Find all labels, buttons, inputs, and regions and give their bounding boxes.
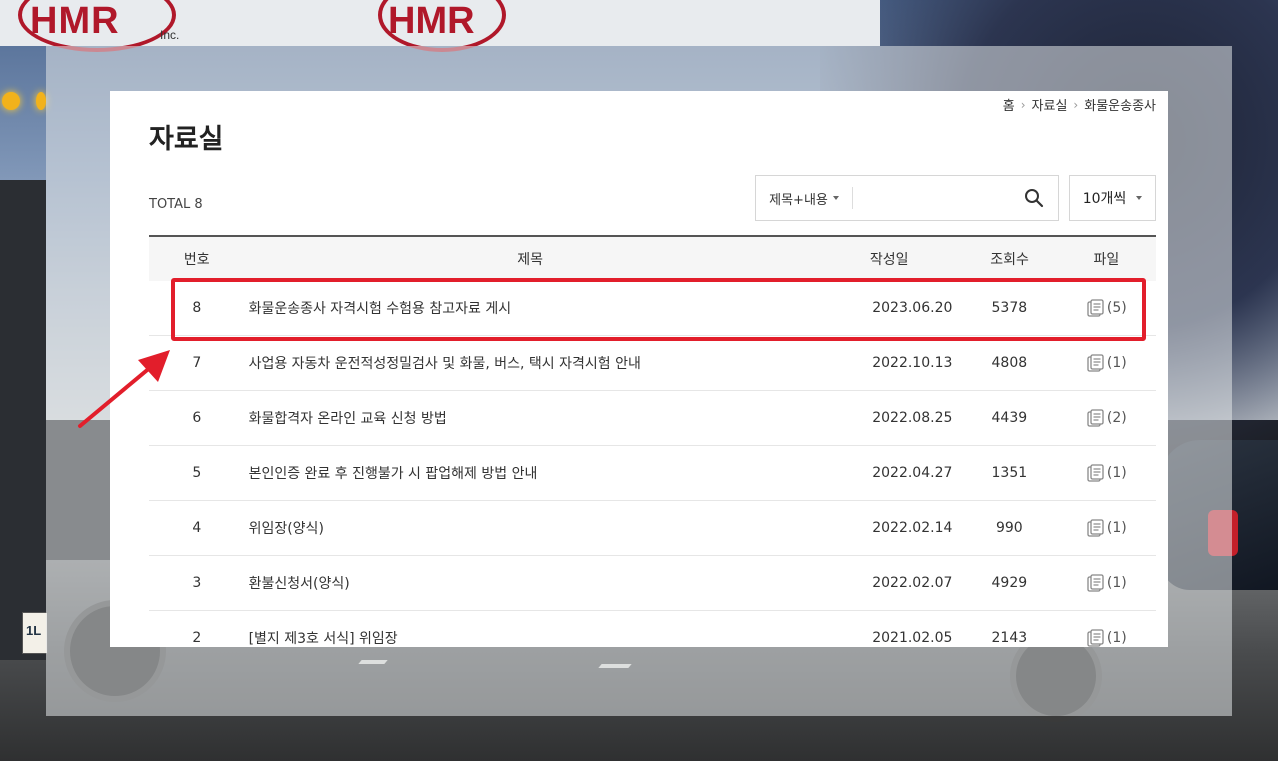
file-attachment-icon <box>1087 409 1104 427</box>
plate-text: 1L <box>26 623 42 638</box>
total-count: TOTAL 8 <box>149 197 203 212</box>
row-date: 2022.04.27 <box>872 465 953 481</box>
row-num: 4 <box>192 520 202 536</box>
search-box: 제목+내용 <box>755 175 1059 221</box>
file-count: (1) <box>1106 355 1127 371</box>
row-num: 2 <box>192 630 202 646</box>
search-type-label: 제목+내용 <box>769 192 828 208</box>
breadcrumb-archive[interactable]: 자료실 <box>1032 95 1068 114</box>
logo-text: HMR <box>30 0 120 42</box>
header-views: 조회수 <box>990 252 1029 268</box>
table-row[interactable]: 5 본인인증 완료 후 진행불가 시 팝업해제 방법 안내 2022.04.27… <box>149 446 1156 501</box>
caret-down-icon <box>832 196 839 200</box>
search-icon[interactable] <box>1024 188 1044 208</box>
row-file[interactable]: (1) <box>1057 628 1156 647</box>
file-attachment-icon <box>1087 354 1104 372</box>
page-title: 자료실 <box>149 124 224 155</box>
row-title[interactable]: [별지 제3호 서식] 위임장 <box>245 628 813 647</box>
row-title[interactable]: 본인인증 완료 후 진행불가 시 팝업해제 방법 안내 <box>245 463 813 483</box>
caret-down-icon <box>1136 196 1143 200</box>
table-row[interactable]: 3 환불신청서(양식) 2022.02.07 4929 (1) <box>149 556 1156 611</box>
file-attachment-icon <box>1087 629 1104 647</box>
table-row[interactable]: 6 화물합격자 온라인 교육 신청 방법 2022.08.25 4439 (2) <box>149 391 1156 446</box>
row-file[interactable]: (1) <box>1057 353 1156 373</box>
chevron-right-icon: › <box>1073 97 1079 112</box>
search-type-select[interactable]: 제목+내용 <box>756 176 852 220</box>
truck-light <box>2 92 20 110</box>
table-row[interactable]: 2 [별지 제3호 서식] 위임장 2021.02.05 2143 (1) <box>149 611 1156 647</box>
row-views: 1351 <box>991 465 1028 481</box>
row-date: 2022.02.14 <box>872 520 953 536</box>
row-date: 2021.02.05 <box>872 630 953 646</box>
chevron-right-icon: › <box>1020 97 1026 112</box>
breadcrumb-current[interactable]: 화물운송종사 <box>1084 95 1156 114</box>
row-num: 5 <box>192 465 202 481</box>
row-num: 6 <box>192 410 202 426</box>
truck-light <box>36 92 46 110</box>
row-file[interactable]: (1) <box>1057 463 1156 483</box>
row-date: 2022.02.07 <box>872 575 953 591</box>
row-views: 4808 <box>991 355 1028 371</box>
row-file[interactable]: (1) <box>1057 573 1156 593</box>
breadcrumb: 홈 › 자료실 › 화물운송종사 <box>1003 95 1156 115</box>
table-row[interactable]: 4 위임장(양식) 2022.02.14 990 (1) <box>149 501 1156 556</box>
truck-cab <box>0 180 46 660</box>
file-attachment-icon <box>1087 464 1104 482</box>
per-page-select[interactable]: 10개씩 <box>1069 175 1156 221</box>
per-page-label: 10개씩 <box>1082 191 1127 207</box>
file-count: (1) <box>1106 575 1127 591</box>
file-count: (1) <box>1106 630 1127 646</box>
file-attachment-icon <box>1087 519 1104 537</box>
row-views: 990 <box>995 520 1023 536</box>
row-views: 4439 <box>991 410 1028 426</box>
license-plate: 1L <box>22 612 48 654</box>
table-header: 번호 제목 작성일 조회수 파일 <box>149 235 1156 281</box>
row-views: 2143 <box>991 630 1028 646</box>
header-num: 번호 <box>183 252 210 268</box>
header-title: 제목 <box>517 252 544 268</box>
row-title[interactable]: 환불신청서(양식) <box>245 573 813 593</box>
divider <box>852 187 853 209</box>
file-count: (1) <box>1106 520 1127 536</box>
content-panel: 홈 › 자료실 › 화물운송종사 자료실 TOTAL 8 제목+내용 10개씩 … <box>110 91 1168 647</box>
file-count: (1) <box>1106 465 1127 481</box>
row-views: 4929 <box>991 575 1028 591</box>
row-file[interactable]: (2) <box>1057 408 1156 428</box>
row-file[interactable]: (1) <box>1057 518 1156 538</box>
row-num: 7 <box>192 355 202 371</box>
file-attachment-icon <box>1087 574 1104 592</box>
logo-inc: Inc. <box>160 28 180 42</box>
table-row[interactable]: 7 사업용 자동차 운전적성정밀검사 및 화물, 버스, 택시 자격시험 안내 … <box>149 336 1156 391</box>
header-file: 파일 <box>1093 252 1120 268</box>
search-input[interactable] <box>860 182 1014 214</box>
row-title[interactable]: 사업용 자동차 운전적성정밀검사 및 화물, 버스, 택시 자격시험 안내 <box>245 353 813 373</box>
logo-text: HMR <box>388 0 475 42</box>
row-title[interactable]: 화물합격자 온라인 교육 신청 방법 <box>245 408 813 428</box>
header-date: 작성일 <box>869 252 909 268</box>
row-title[interactable]: 위임장(양식) <box>245 518 813 538</box>
row-date: 2022.10.13 <box>872 355 953 371</box>
file-count: (2) <box>1106 410 1127 426</box>
row-num: 3 <box>192 575 202 591</box>
breadcrumb-home[interactable]: 홈 <box>1003 95 1015 114</box>
highlight-box <box>171 278 1146 341</box>
row-date: 2022.08.25 <box>872 410 953 426</box>
